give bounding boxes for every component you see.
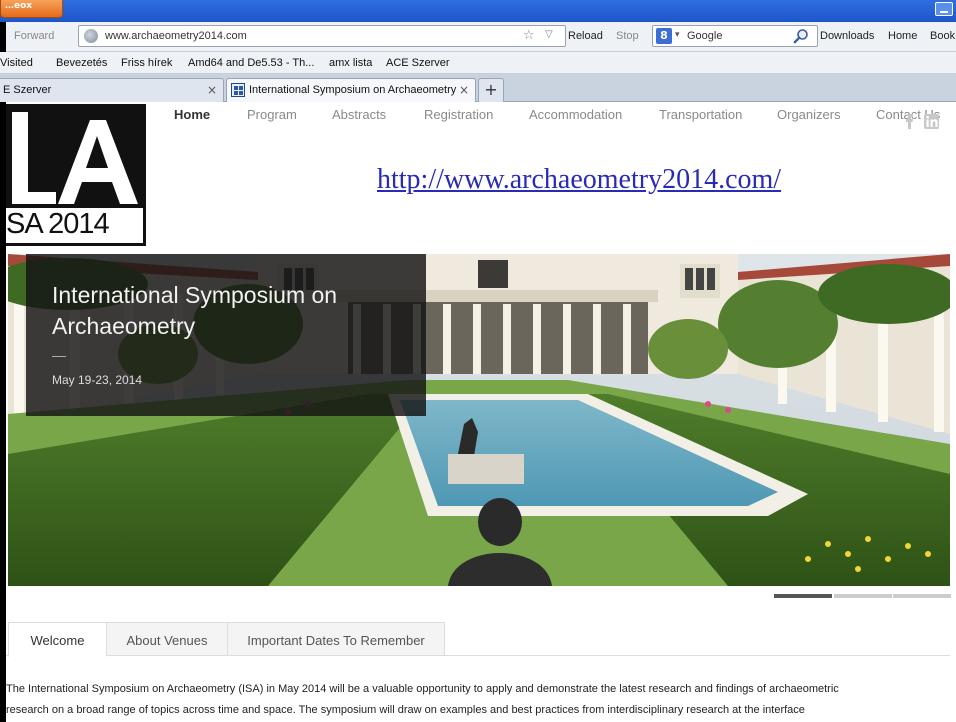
menu-item-transportation[interactable]: Transportation	[659, 107, 742, 122]
linkedin-icon[interactable]	[924, 114, 939, 129]
url-text[interactable]: www.archaeometry2014.com	[105, 30, 247, 42]
search-engine-icon[interactable]: 8	[656, 28, 672, 44]
search-engine-dropdown-icon[interactable]: ▾	[675, 30, 680, 40]
browser-tab-archaeometry[interactable]: International Symposium on Archaeometry …	[226, 78, 476, 102]
slide-indicator-3[interactable]	[893, 594, 951, 598]
browser-tab-strip: E Szerver × International Symposium on A…	[0, 74, 956, 102]
stop-button[interactable]: Stop	[616, 30, 639, 42]
tab-important-dates-label: Important Dates To Remember	[247, 633, 425, 648]
search-icon[interactable]	[793, 28, 809, 44]
bookmark-amx-lista[interactable]: amx lista	[329, 57, 372, 69]
tab-about-venues-label: About Venues	[126, 633, 208, 648]
tab-label: International Symposium on Archaeometry	[249, 84, 457, 96]
browser-tab-ace-szerver[interactable]: E Szerver ×	[0, 78, 224, 102]
bookmark-ace-szerver[interactable]: ACE Szerver	[386, 57, 450, 69]
app-menu-button[interactable]: …eox	[0, 0, 63, 18]
menu-item-registration[interactable]: Registration	[424, 107, 493, 122]
url-bar[interactable]: www.archaeometry2014.com ☆ ▽	[78, 25, 566, 47]
new-tab-button[interactable]: +	[478, 78, 504, 102]
caption-divider	[52, 356, 66, 357]
hero-title: International Symposium on Archaeometry	[52, 282, 338, 339]
slide-indicator-1[interactable]	[774, 594, 832, 598]
hero-date: May 19-23, 2014	[52, 373, 143, 387]
site-logo[interactable]: SA 2014	[6, 104, 146, 246]
menu-item-home[interactable]: Home	[174, 107, 210, 122]
menu-item-program[interactable]: Program	[247, 107, 297, 122]
bookmarks-toolbar: Visited Bevezetés Friss hírek Amd64 and …	[0, 52, 956, 74]
site-url-link[interactable]: http://www.archaeometry2014.com/	[377, 164, 781, 196]
welcome-text-line: The International Symposium on Archaeome…	[6, 683, 839, 695]
facebook-icon[interactable]	[906, 114, 913, 129]
menu-item-organizers[interactable]: Organizers	[777, 107, 841, 122]
url-history-dropdown-icon[interactable]: ▽	[545, 29, 553, 40]
social-icons	[906, 114, 939, 129]
window-restore-button[interactable]	[935, 2, 953, 16]
home-button[interactable]: Home	[888, 30, 917, 42]
downloads-button[interactable]: Downloads	[820, 30, 874, 42]
bookmark-star-icon[interactable]: ☆	[523, 28, 535, 43]
bookmarks-button[interactable]: Book	[930, 30, 955, 42]
welcome-text: The International Symposium on Archaeome…	[6, 679, 950, 721]
menu-item-abstracts[interactable]: Abstracts	[332, 107, 386, 122]
tab-welcome[interactable]: Welcome	[8, 622, 107, 657]
reload-button[interactable]: Reload	[568, 30, 603, 42]
close-icon[interactable]: ×	[207, 83, 217, 97]
content-tabs: Welcome About Venues Important Dates To …	[6, 622, 950, 657]
menu-item-accommodation[interactable]: Accommodation	[529, 107, 622, 122]
bookmark-most-visited[interactable]: Visited	[0, 57, 33, 69]
forward-button[interactable]: Forward	[14, 30, 54, 42]
search-box[interactable]: 8 ▾ Google	[652, 25, 818, 47]
site-favicon-icon	[231, 83, 245, 97]
tab-about-venues[interactable]: About Venues	[106, 622, 228, 656]
tab-welcome-label: Welcome	[30, 633, 85, 648]
window-titlebar: …eox	[0, 0, 956, 22]
tab-important-dates[interactable]: Important Dates To Remember	[227, 622, 445, 656]
bookmark-bevezetes[interactable]: Bevezetés	[56, 57, 107, 69]
logo-mark-icon	[6, 104, 143, 208]
globe-icon	[84, 29, 98, 43]
logo-year-text: SA 2014	[6, 208, 110, 240]
search-input[interactable]: Google	[687, 30, 722, 42]
hero-caption: International Symposium on Archaeometry …	[26, 254, 426, 416]
tab-label: E Szerver	[3, 84, 52, 96]
slide-indicator-2[interactable]	[834, 594, 892, 598]
navigation-toolbar: Forward www.archaeometry2014.com ☆ ▽ Rel…	[6, 22, 956, 52]
bookmark-friss-hirek[interactable]: Friss hírek	[121, 57, 172, 69]
bookmark-amd64[interactable]: Amd64 and De5.53 - Th...	[188, 57, 314, 69]
web-page: SA 2014 Home Program Abstracts Registrat…	[6, 102, 956, 722]
welcome-text-line: research on a broad range of topics acro…	[6, 704, 805, 716]
close-icon[interactable]: ×	[459, 83, 469, 97]
